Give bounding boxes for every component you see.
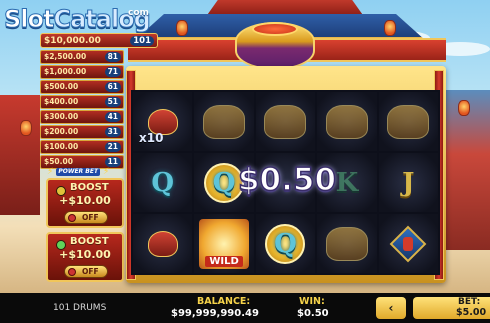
ladder-drum-count: 31 (104, 126, 121, 137)
toggle-knob (68, 213, 76, 222)
ladder-row: $200.00 31 (40, 124, 124, 139)
boost-toggle[interactable]: OFF (64, 265, 108, 278)
reel-cell: Q (255, 214, 316, 273)
power-bet-badge: POWER BET (56, 167, 101, 176)
ladder-row: $100.00 21 (40, 139, 124, 154)
golden-bull-icon (264, 104, 307, 139)
ladder-prize: $2,500.00 (44, 52, 87, 62)
back-button[interactable]: ‹ (376, 297, 406, 319)
letter-q-icon: Q (151, 167, 175, 198)
ladder-drum-count: 51 (104, 96, 121, 107)
lantern-icon (458, 100, 470, 116)
reel-cell: x10 (133, 92, 193, 151)
ladder-prize: $300.00 (44, 112, 79, 122)
lantern-icon (403, 236, 414, 251)
lightning-icon: ⚡ (103, 166, 110, 177)
lantern-icon (384, 20, 396, 36)
ladder-drum-count: 81 (104, 51, 121, 62)
wild-symbol: WILD (199, 218, 250, 269)
reel-cell: Q (133, 153, 193, 212)
ladder-prize: $200.00 (44, 127, 79, 137)
reel-cell (317, 92, 377, 151)
boost-amount: +$10.00 (59, 194, 111, 207)
bet-label: BET: (458, 297, 481, 307)
boost-panel[interactable]: BOOST +$10.00 OFF (46, 232, 124, 282)
boost-title: BOOST (70, 236, 109, 247)
win-value: $0.50 (297, 308, 329, 319)
ladder-prize: $100.00 (44, 142, 79, 152)
reel-cell (378, 214, 438, 273)
multiplier-label: x10 (139, 131, 164, 145)
background-building-left (0, 95, 40, 215)
reel-cell (255, 92, 316, 151)
logo-com: com (128, 8, 149, 18)
boost-toggle[interactable]: OFF (64, 211, 108, 224)
ladder-row: $2,500.00 81 (40, 50, 124, 64)
golden-bull-icon (387, 104, 430, 139)
golden-bull-icon (203, 104, 246, 139)
reel-cell (378, 92, 438, 151)
boost-title: BOOST (70, 182, 109, 193)
ladder-row: $10,000.00 101 (40, 33, 158, 48)
win-label: WIN: (299, 296, 325, 307)
ladder-prize: $500.00 (44, 82, 79, 92)
boost-panel[interactable]: BOOST +$10.00 OFF (46, 178, 124, 228)
balance-label: BALANCE: (197, 296, 251, 307)
reel-cell: WILD (194, 214, 254, 273)
toggle-knob (68, 267, 76, 276)
reel-cell (194, 92, 254, 151)
boost-amount: +$10.00 (59, 248, 111, 261)
balance-value: $99,999,990.49 (171, 308, 259, 319)
toggle-state: OFF (82, 267, 99, 276)
bet-value: $5.00 (456, 307, 487, 318)
slotcatalog-logo: SlotCatalog com (3, 4, 151, 34)
ladder-drum-count: 41 (104, 111, 121, 122)
lantern-icon (176, 20, 188, 36)
prize-ladder: $10,000.00 101 $2,500.00 81 $1,000.00 71… (40, 33, 158, 170)
ladder-drum-count: 101 (130, 35, 154, 46)
ladder-drum-count: 71 (104, 66, 121, 77)
ladder-drum-count: 21 (104, 141, 121, 152)
ladder-row: $1,000.00 71 (40, 64, 124, 79)
lantern-diamond-icon (389, 225, 427, 262)
golden-bull-icon (325, 104, 368, 139)
golden-bull-icon (325, 226, 368, 261)
reel-cell (133, 214, 193, 273)
lightning-icon: ⚡ (47, 166, 54, 177)
letter-j-icon: J (402, 167, 415, 198)
letter-q-icon: Q (274, 228, 297, 259)
ladder-prize: $1,000.00 (44, 67, 87, 77)
reel-cell: J (378, 153, 438, 212)
ladder-row: $500.00 61 (40, 79, 124, 94)
gold-drum-rim (252, 22, 298, 36)
wild-label: WILD (205, 255, 243, 267)
toggle-state: OFF (82, 213, 99, 222)
win-amount-overlay: $0.50 (237, 161, 337, 199)
ladder-prize: $10,000.00 (44, 35, 101, 46)
ladder-row: $300.00 41 (40, 109, 124, 124)
power-bet-label: ⚡ POWER BET ⚡ (47, 166, 125, 177)
chevron-left-icon: ‹ (388, 301, 394, 315)
lantern-icon (20, 120, 32, 136)
ladder-drum-count: 61 (104, 81, 121, 92)
game-name: 101 DRUMS (53, 303, 107, 313)
bottom-bar: 101 DRUMS BALANCE: $99,999,990.49 WIN: $… (0, 293, 490, 323)
fortune-god-icon (147, 230, 178, 257)
ladder-row: $400.00 51 (40, 94, 124, 109)
ladder-prize: $400.00 (44, 97, 79, 107)
reel-cell (317, 214, 377, 273)
ladder-prize: $50.00 (44, 157, 73, 167)
